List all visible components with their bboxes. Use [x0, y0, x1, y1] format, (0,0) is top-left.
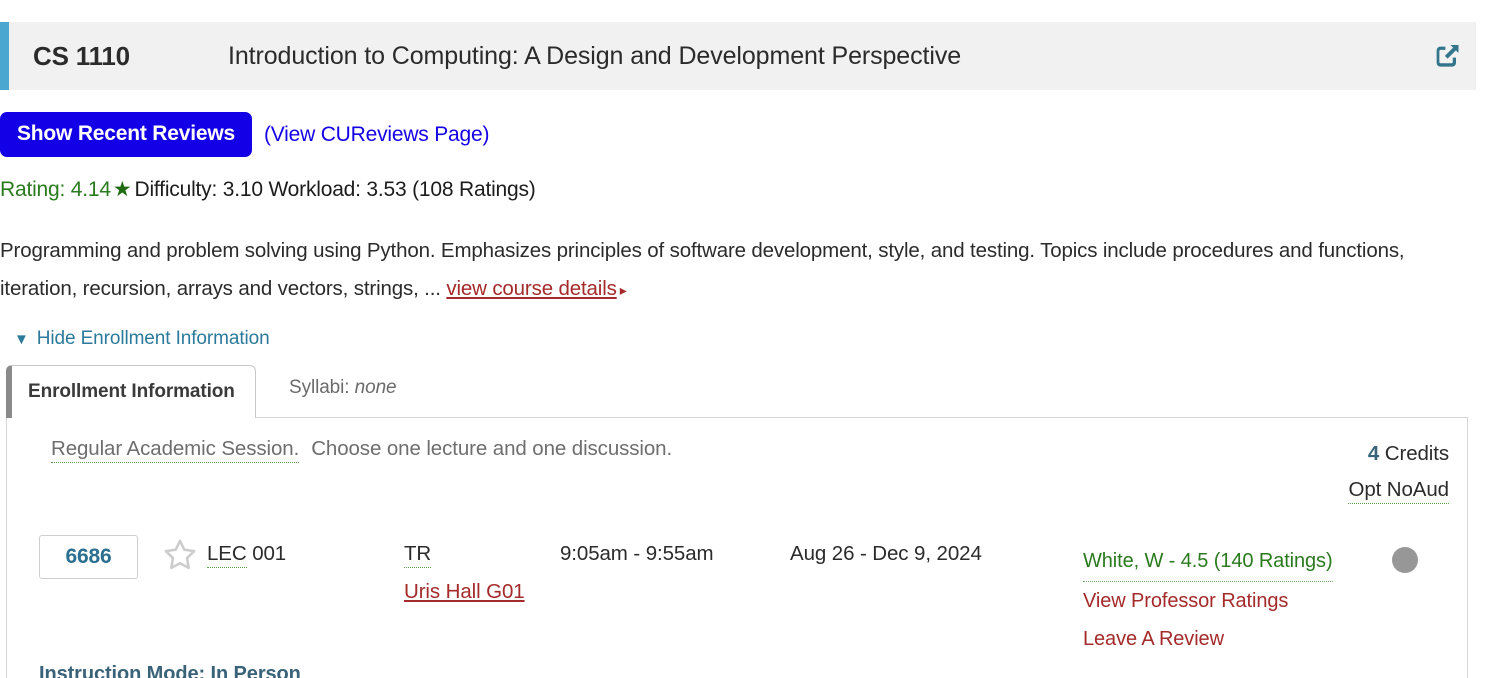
meeting-location-link[interactable]: Uris Hall G01	[404, 580, 525, 604]
rating-value: Rating: 4.14	[0, 178, 111, 201]
section-type[interactable]: LEC	[207, 542, 247, 568]
course-header: CS 1110 Introduction to Computing: A Des…	[0, 22, 1476, 90]
tab-bar: Enrollment Information Syllabi: none	[6, 365, 1468, 418]
share-button[interactable]	[1416, 41, 1476, 71]
view-professor-ratings-link[interactable]: View Professor Ratings	[1083, 582, 1333, 620]
enrollment-information-panel: Regular Academic Session. Choose one lect…	[6, 417, 1468, 678]
section-label: LEC 001	[207, 542, 287, 568]
instructor-block: White, W - 4.5 (140 Ratings) View Profes…	[1083, 542, 1333, 658]
credits-number: 4	[1367, 442, 1380, 465]
difficulty-workload-text: Difficulty: 3.10 Workload: 3.53 (108 Rat…	[134, 178, 536, 201]
leave-a-review-link[interactable]: Leave A Review	[1083, 620, 1333, 658]
ratings-summary: Rating: 4.14★ Difficulty: 3.10 Workload: …	[0, 177, 536, 202]
meeting-time: 9:05am - 9:55am	[560, 542, 714, 565]
show-recent-reviews-button[interactable]: Show Recent Reviews	[0, 112, 252, 157]
class-number-button[interactable]: 6686	[39, 535, 138, 579]
class-row: 6686 LEC 001 TR Uris Hall G01 9:05am - 9…	[7, 523, 1467, 673]
tab-enrollment-information[interactable]: Enrollment Information	[6, 365, 256, 418]
credits-block: 4 Credits Opt NoAud	[1348, 436, 1449, 508]
section-number: 001	[252, 542, 287, 565]
actions-row: Show Recent Reviews (View CUReviews Page…	[0, 112, 489, 157]
grading-option[interactable]: Opt NoAud	[1348, 478, 1449, 504]
view-course-details-link[interactable]: view course details	[446, 277, 616, 300]
tab-syllabi[interactable]: Syllabi: none	[289, 377, 397, 399]
meeting-dates: Aug 26 - Dec 9, 2024	[790, 542, 982, 565]
hide-enrollment-information-toggle[interactable]: ▼ Hide Enrollment Information	[14, 328, 270, 350]
triangle-down-icon: ▼	[14, 330, 29, 348]
academic-session[interactable]: Regular Academic Session.	[51, 437, 299, 463]
credits-label: Credits	[1384, 442, 1449, 465]
syllabi-label: Syllabi:	[289, 377, 350, 398]
caret-right-icon: ▸	[619, 282, 627, 298]
star-icon: ★	[112, 178, 132, 201]
external-link-share-icon	[1431, 41, 1461, 71]
grading-option-line: Opt NoAud	[1348, 472, 1449, 508]
instruction-mode: Instruction Mode: In Person	[39, 663, 301, 678]
course-code: CS 1110	[33, 40, 130, 71]
view-cureviews-page-link[interactable]: (View CUReviews Page)	[264, 123, 490, 147]
course-description: Programming and problem solving using Py…	[0, 232, 1470, 309]
instructor-name[interactable]: White, W - 4.5 (140 Ratings)	[1083, 542, 1333, 582]
credits-line: 4 Credits	[1348, 436, 1449, 472]
star-outline-icon[interactable]	[162, 537, 198, 578]
hide-enrollment-information-label: Hide Enrollment Information	[36, 328, 270, 349]
meeting-days-value[interactable]: TR	[404, 542, 431, 568]
course-title: Introduction to Computing: A Design and …	[228, 41, 962, 70]
syllabi-value: none	[354, 377, 397, 398]
course-description-text: Programming and problem solving using Py…	[0, 239, 1405, 300]
instructor-line: White, W - 4.5 (140 Ratings)	[1083, 542, 1333, 582]
enrollment-status-dot	[1392, 547, 1418, 573]
session-row: Regular Academic Session. Choose one lect…	[51, 437, 673, 463]
session-instructions: Choose one lecture and one discussion.	[311, 437, 673, 460]
meeting-days: TR	[404, 542, 431, 568]
